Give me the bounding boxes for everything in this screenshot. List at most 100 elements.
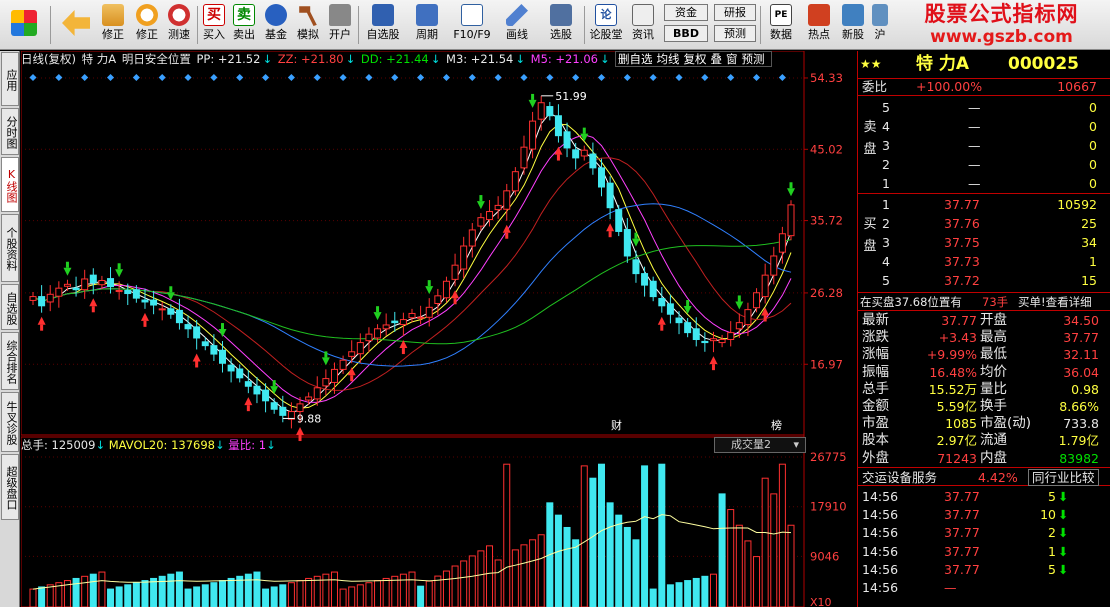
sell-button[interactable]: 卖 卖出	[230, 2, 258, 48]
fund-flow-button[interactable]: 资金 BBD	[664, 4, 708, 50]
up-arrow-icon	[451, 290, 460, 299]
forum-button[interactable]: 论 论股堂	[588, 2, 624, 48]
stock-select-button[interactable]: 选股	[544, 2, 578, 48]
left-tab-5[interactable]: 综合排名	[1, 332, 19, 390]
order-alert-link[interactable]: 买单!查看详细	[1018, 293, 1092, 312]
bbd-label[interactable]: BBD	[664, 25, 708, 42]
chart-tool-5[interactable]: 预测	[742, 52, 765, 66]
quote-value: 733.8	[1063, 416, 1099, 432]
banner-url: www.gszb.com	[930, 27, 1073, 47]
sell-level-row[interactable]: 1 — 0	[858, 174, 1110, 193]
left-tab-4[interactable]: 自选股	[1, 284, 19, 330]
chart-tool-4[interactable]: 窗	[726, 52, 738, 66]
chart-tool-2[interactable]: 复权	[684, 52, 707, 66]
open-account-button[interactable]: 开户	[326, 2, 354, 48]
document-icon	[461, 4, 483, 26]
left-tab-7[interactable]: 超级盘口	[1, 454, 19, 520]
buy-level-row[interactable]: 4 37.73 1	[858, 252, 1110, 271]
candle-body	[701, 340, 709, 344]
sell-level-row[interactable]: 5 — 0	[858, 98, 1110, 117]
watchlist-button[interactable]: 自选股	[363, 2, 403, 48]
sell-level-row[interactable]: 2 — 0	[858, 155, 1110, 174]
volume-bar	[107, 588, 115, 607]
news-button[interactable]: 资讯	[628, 2, 658, 48]
volume-bar	[262, 588, 270, 607]
candle-body	[641, 273, 649, 286]
tick-row: 14:56 37.77 2 ⬇	[858, 524, 1110, 542]
quote-value: 36.04	[1063, 364, 1099, 380]
kline-chart-svg[interactable]: 54.33 45.02 35.72 26.28 16.97 51.99 9.88 财 榜 2677…	[21, 51, 857, 607]
simulate-button[interactable]: 模拟	[294, 2, 322, 48]
candle-body	[572, 149, 580, 159]
new-stock-button[interactable]: 新股	[838, 2, 868, 48]
data-button[interactable]: PE 数据	[764, 2, 798, 48]
left-tab-0[interactable]: 应用	[1, 52, 19, 106]
buy-level-row[interactable]: 5 37.72 15	[858, 271, 1110, 290]
sell-level-row[interactable]: 3 — 0	[858, 136, 1110, 155]
industry-compare-button[interactable]: 同行业比较	[1028, 469, 1099, 486]
volume-bar	[270, 586, 278, 607]
draw-line-button[interactable]: 画线	[500, 2, 534, 48]
sell-level: 1	[882, 176, 890, 191]
forecast-label[interactable]: 预测	[714, 25, 756, 42]
volume-bar	[227, 577, 235, 607]
left-tab-2[interactable]: K线图	[1, 157, 19, 212]
quote-row: 涨幅 +9.99% 最低 32.11	[858, 346, 1110, 363]
left-tab-1[interactable]: 分时图	[1, 108, 19, 155]
candle-body	[735, 322, 743, 330]
chart-tool-0[interactable]: 删自选	[618, 52, 653, 66]
sell-level: 2	[882, 157, 890, 172]
down-arrow-stem	[169, 286, 173, 293]
volume-bar	[666, 584, 674, 607]
volume-indicator-select[interactable]: 成交量2 ▾	[714, 437, 806, 453]
signal-diamond	[649, 73, 657, 82]
volume-bar	[468, 555, 476, 607]
quote-label: 金额	[862, 398, 889, 414]
buy-level-row[interactable]: 2 37.76 25	[858, 214, 1110, 233]
volume-bar	[727, 509, 735, 607]
research-button[interactable]: 研报 预测	[714, 4, 756, 50]
signal-diamond	[546, 73, 554, 82]
candle-body	[365, 333, 373, 342]
quote-value: 83982	[1059, 450, 1099, 466]
updown-button[interactable]: 修正	[98, 2, 128, 48]
candle-body	[451, 264, 459, 280]
left-tab-6[interactable]: 牛叉诊股	[1, 392, 19, 452]
signal-diamond	[29, 73, 37, 82]
speed-test-button[interactable]: 测速	[164, 2, 194, 48]
signal-diamond	[81, 73, 89, 82]
order-alert-bar[interactable]: 在买盘37.68位置有 73手 买单!查看详细	[858, 292, 1110, 311]
more-button[interactable]: 沪	[870, 2, 890, 48]
volume-bar	[244, 573, 252, 607]
fund-button[interactable]: 基金	[262, 2, 290, 48]
back-button[interactable]	[58, 2, 94, 48]
hot-button[interactable]: 热点	[804, 2, 834, 48]
period-button[interactable]: 周期	[410, 2, 444, 48]
left-tab-3[interactable]: 个股资料	[1, 214, 19, 282]
quote-value: 5.59亿	[936, 399, 977, 414]
buy-level-row[interactable]: 3 37.75 34	[858, 233, 1110, 252]
sell-level-row[interactable]: 4 — 0	[858, 117, 1110, 136]
volume-bar	[210, 582, 218, 607]
revise-button[interactable]: 修正	[132, 2, 162, 48]
down-arrow-stem	[221, 323, 224, 330]
chart-tool-1[interactable]: 均线	[657, 52, 680, 66]
buy-button[interactable]: 买 买入	[200, 2, 228, 48]
chart-period-title: 日线(复权)	[21, 52, 76, 66]
buy-level-row[interactable]: 1 37.77 10592	[858, 195, 1110, 214]
volume-bar	[356, 584, 364, 607]
sell-price: —	[968, 176, 981, 191]
candle-body	[29, 296, 37, 301]
chart-tool-3[interactable]: 叠	[711, 52, 723, 66]
buy-level: 3	[882, 235, 890, 250]
down-arrow-stem	[634, 232, 638, 239]
candle-body	[227, 364, 235, 372]
candle-body	[460, 245, 468, 270]
sell-price: —	[968, 157, 981, 172]
up-arrow-icon	[296, 427, 305, 436]
f10-button[interactable]: F10/F9	[450, 2, 494, 48]
quote-label: 换手	[980, 398, 1007, 414]
signal-diamond	[158, 73, 166, 82]
menu-logo-button[interactable]	[4, 2, 44, 48]
down-arrow-icon	[735, 301, 744, 310]
